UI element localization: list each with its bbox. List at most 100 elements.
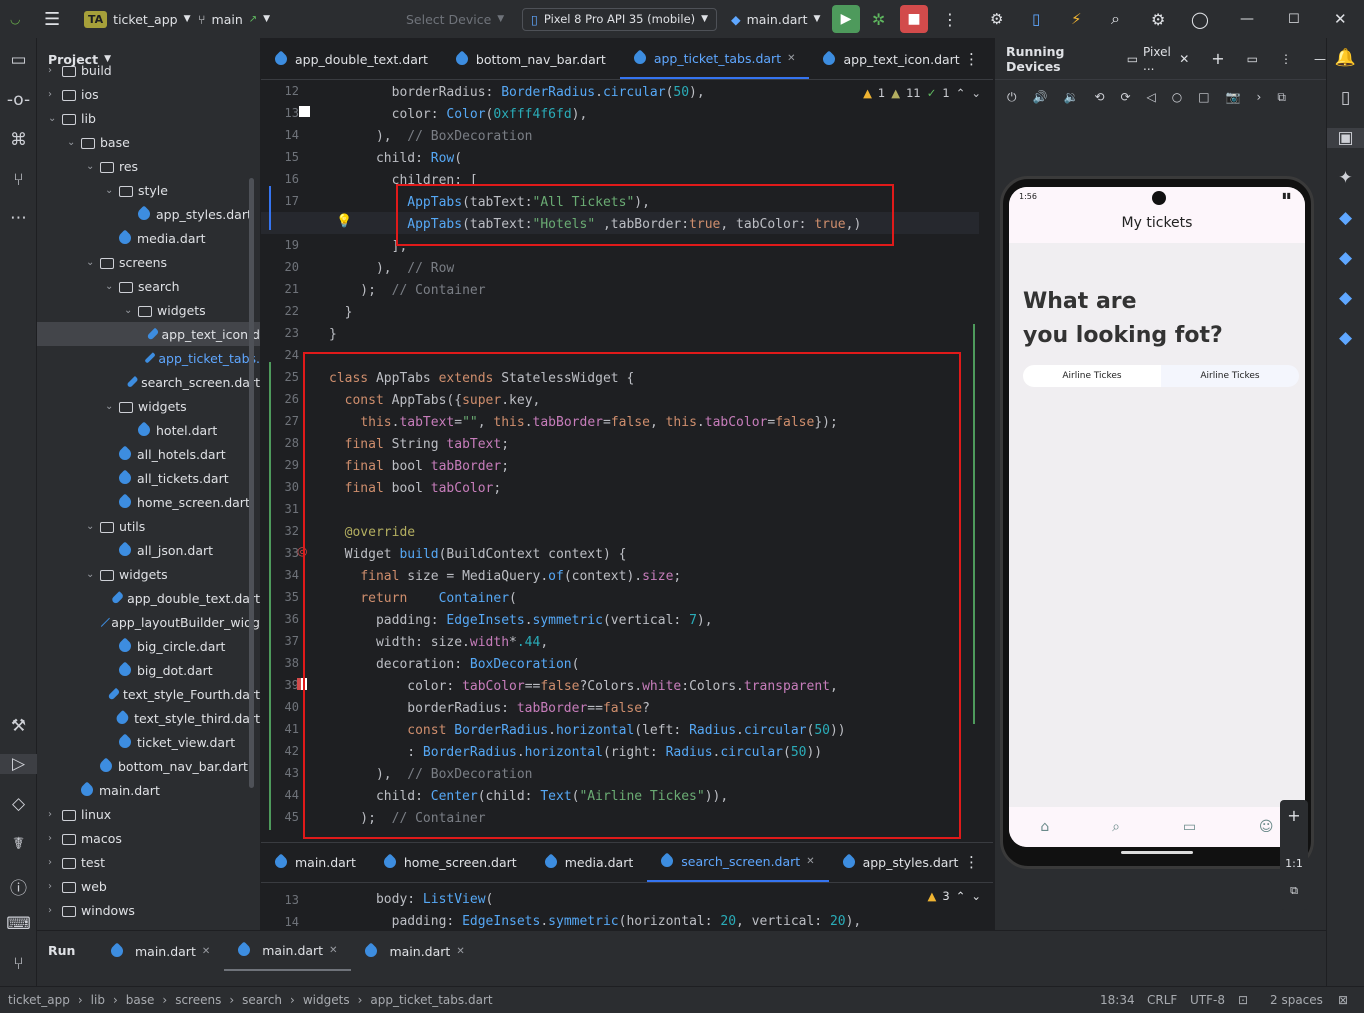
chevron-up-icon[interactable]: ⌃ <box>956 86 966 100</box>
device-tab[interactable]: ▭ Pixel ... ✕ <box>1127 45 1190 73</box>
tree-file[interactable]: ticket_view.dart <box>37 730 260 754</box>
chevron-right-icon[interactable]: › <box>48 857 62 868</box>
device-manager-button[interactable]: ▯ <box>1032 0 1040 38</box>
tree-file[interactable]: search_screen.dart <box>37 370 260 394</box>
breadcrumb-item[interactable]: base <box>126 993 155 1007</box>
gesture-bar[interactable] <box>1121 851 1193 854</box>
editor-tab[interactable]: bottom_nav_bar.dart <box>442 39 620 79</box>
gemini-button[interactable]: ✦ <box>1327 168 1364 188</box>
device-dropdown[interactable]: ▯ Pixel 8 Pro API 35 (mobile) ▼ <box>522 0 718 38</box>
close-icon[interactable]: ✕ <box>329 945 337 956</box>
tree-folder[interactable]: ⌄ style <box>37 178 260 202</box>
account-button[interactable]: ◯ <box>1191 0 1209 38</box>
breadcrumb-item[interactable]: search <box>242 993 282 1007</box>
tree-folder[interactable]: ⌄ screens <box>37 250 260 274</box>
zoom-level[interactable]: 1:1 <box>1285 857 1303 870</box>
inspection-widget[interactable]: ▲ 1 ▲ 11 ✓ 1 ⌃ ⌄ <box>863 86 981 100</box>
home-circle-icon[interactable]: ○ <box>1172 90 1182 104</box>
tree-folder[interactable]: ⌄ lib <box>37 106 260 130</box>
gem-button[interactable]: ◇ <box>0 794 37 814</box>
close-window-button[interactable]: ✕ <box>1334 0 1347 38</box>
commit-button[interactable]: -o- <box>0 90 37 110</box>
editor-tab[interactable]: app_ticket_tabs.dart ✕ <box>619 39 810 79</box>
tree-folder[interactable]: › test <box>37 850 260 874</box>
indent-setting[interactable]: 2 spaces <box>1270 993 1323 1007</box>
run-config-dropdown[interactable]: ◆ main.dart ▼ <box>731 0 820 38</box>
tree-file[interactable]: all_tickets.dart <box>37 466 260 490</box>
chevron-right-icon[interactable]: › <box>48 905 62 916</box>
close-icon[interactable]: ✕ <box>456 946 464 957</box>
run-tab[interactable]: main.dart ✕ <box>224 931 352 971</box>
settings-button[interactable]: ⚙ <box>1151 0 1165 38</box>
tree-file[interactable]: big_dot.dart <box>37 658 260 682</box>
more-actions-button[interactable]: ⋮ <box>942 0 958 38</box>
volume-down-icon[interactable]: 🔉 <box>1063 90 1078 104</box>
ticket-icon[interactable]: ▭ <box>1183 819 1196 835</box>
zoom-in-icon[interactable]: + <box>1287 806 1300 825</box>
chevron-down-icon[interactable]: ⌄ <box>67 137 81 148</box>
chevron-down-icon[interactable]: ⌄ <box>48 113 62 124</box>
lock-icon[interactable]: ⊠ <box>1338 993 1348 1007</box>
close-icon[interactable]: ✕ <box>1179 52 1189 66</box>
breadcrumb-item[interactable]: lib <box>91 993 105 1007</box>
hot-reload-button[interactable]: ⚡ <box>1071 0 1082 38</box>
tree-file[interactable]: text_style_third.dart <box>37 706 260 730</box>
tree-folder[interactable]: › linux <box>37 802 260 826</box>
run-tool-button[interactable]: ▷ <box>0 754 37 774</box>
main-menu-button[interactable]: ☰ <box>44 0 60 38</box>
bottom-inspection-widget[interactable]: ▲ 3 ⌃ ⌄ <box>928 889 981 903</box>
editor-tab[interactable]: app_double_text.dart <box>261 39 442 79</box>
run-button[interactable]: ▶ <box>832 0 860 38</box>
tree-folder[interactable]: › build <box>37 58 260 82</box>
chevron-right-icon[interactable]: › <box>48 833 62 844</box>
tree-file[interactable]: bottom_nav_bar.dart <box>37 754 260 778</box>
color-swatch[interactable] <box>299 106 310 117</box>
terminal-button[interactable]: ⌨ <box>0 914 37 934</box>
flutter-deeplink-button[interactable]: ◆ <box>1327 328 1364 348</box>
tree-folder[interactable]: ⌄ res <box>37 154 260 178</box>
build-variants-button[interactable]: ⚒ <box>0 716 37 736</box>
fit-screen-icon[interactable]: ⧉ <box>1290 884 1298 898</box>
tree-file[interactable]: all_hotels.dart <box>37 442 260 466</box>
chevron-down-icon[interactable]: ⌄ <box>971 86 981 100</box>
flutter-performance-button[interactable]: ◆ <box>1327 288 1364 308</box>
tree-file[interactable]: app_styles.dart <box>37 202 260 226</box>
run-tab[interactable]: main.dart ✕ <box>97 931 224 971</box>
editor-tab[interactable]: main.dart <box>261 842 370 882</box>
volume-up-icon[interactable]: 🔊 <box>1033 90 1048 104</box>
tree-folder[interactable]: ⌄ widgets <box>37 298 260 322</box>
flutter-outline-button[interactable]: ◆ <box>1327 248 1364 268</box>
tree-file[interactable]: app_layoutBuilder_widg <box>37 610 260 634</box>
more-tools-button[interactable]: ⋯ <box>0 208 37 228</box>
mirror-icon[interactable]: ⧉ <box>1277 90 1286 105</box>
more-vertical-icon[interactable]: ⋮ <box>1280 52 1292 66</box>
close-icon[interactable]: ✕ <box>806 856 814 867</box>
breadcrumb-item[interactable]: ticket_app <box>8 993 70 1007</box>
chevron-down-icon[interactable]: ⌄ <box>86 257 100 268</box>
tree-file[interactable]: app_ticket_tabs. <box>37 346 260 370</box>
tree-file[interactable]: all_json.dart <box>37 538 260 562</box>
chevron-right-icon[interactable]: › <box>48 65 62 76</box>
tree-file[interactable]: big_circle.dart <box>37 634 260 658</box>
tree-scrollbar[interactable] <box>249 178 254 788</box>
tree-folder[interactable]: › windows <box>37 898 260 922</box>
breadcrumb-item[interactable]: screens <box>175 993 221 1007</box>
attach-debugger-button[interactable]: ⚙ <box>990 0 1003 38</box>
cursor-position[interactable]: 18:34 <box>1100 993 1135 1007</box>
chevron-down-icon[interactable]: ⌄ <box>105 185 119 196</box>
tree-file[interactable]: text_style_Fourth.dart <box>37 682 260 706</box>
stop-button[interactable]: ■ <box>900 0 928 38</box>
tree-folder[interactable]: › ios <box>37 82 260 106</box>
chevron-down-icon[interactable]: ⌄ <box>86 569 100 580</box>
tree-folder[interactable]: › macos <box>37 826 260 850</box>
chevron-down-icon[interactable]: ⌄ <box>124 305 138 316</box>
back-icon[interactable]: ◁ <box>1147 90 1156 104</box>
structure-button[interactable]: ⌘ <box>0 130 37 150</box>
tab-hotels[interactable]: Airline Tickes <box>1161 365 1299 387</box>
rotate-right-icon[interactable]: ⟳ <box>1120 90 1130 104</box>
layout-icon[interactable]: ▭ <box>1247 52 1258 66</box>
tree-folder[interactable]: ⌄ widgets <box>37 562 260 586</box>
rotate-left-icon[interactable]: ⟲ <box>1094 90 1104 104</box>
project-view-button[interactable]: ▭ <box>0 50 37 70</box>
search-button[interactable]: ⌕ <box>1111 0 1120 38</box>
